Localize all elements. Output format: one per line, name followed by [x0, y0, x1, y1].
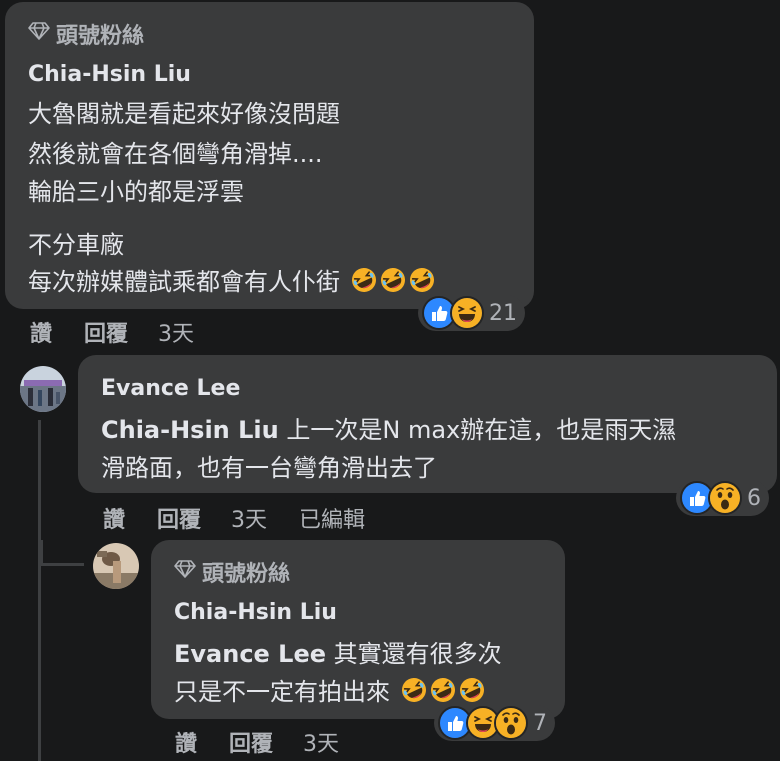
comment-text: 其實還有很多次 [326, 640, 502, 668]
reaction-summary-1[interactable]: 21 [418, 295, 525, 331]
avatar-evance-lee[interactable] [20, 366, 66, 412]
mention-tag[interactable]: Chia-Hsin Liu [101, 416, 279, 444]
laughing-emoji-icon [401, 677, 427, 709]
like-button[interactable]: 讚 [103, 502, 125, 534]
timestamp[interactable]: 3天 [158, 316, 194, 348]
comment-text-line: 滑路面，也有一台彎角滑出去了 [101, 454, 437, 482]
laughing-emoji-icon [409, 267, 435, 299]
comment-text-line: 不分車廠 [28, 231, 124, 259]
reaction-count: 7 [533, 710, 547, 736]
comment-text: 只是不一定有拍出來 [174, 678, 390, 706]
reply-button[interactable]: 回覆 [229, 726, 273, 758]
badge-label: 頭號粉絲 [56, 24, 145, 49]
comment-text-line-with-emoji: 只是不一定有拍出來 [174, 672, 485, 709]
laughing-emoji-icon [351, 267, 377, 299]
thread-line-nested-elbow [40, 563, 84, 566]
comment-actions-2: 讚 回覆 3天 已編輯 [103, 502, 365, 534]
comment-text: 每次辦媒體試乘都會有人仆街 [28, 268, 340, 296]
timestamp[interactable]: 3天 [231, 502, 267, 534]
like-button[interactable]: 讚 [30, 316, 52, 348]
comment-text-line: 然後就會在各個彎角滑掉.... [28, 140, 323, 168]
reaction-count: 6 [747, 485, 761, 511]
laughing-emoji-icon [380, 267, 406, 299]
top-fan-badge-3: 頭號粉絲 [174, 556, 290, 588]
reaction-summary-3[interactable]: 7 [434, 705, 555, 741]
timestamp[interactable]: 3天 [303, 726, 339, 758]
comment-text-line: 大魯閣就是看起來好像沒問題 [28, 100, 340, 128]
comment-author[interactable]: Chia-Hsin Liu [28, 62, 191, 87]
diamond-icon [28, 21, 50, 47]
reply-button[interactable]: 回覆 [84, 316, 128, 348]
reaction-summary-2[interactable]: 6 [676, 480, 769, 516]
comment-actions-3: 讚 回覆 3天 [175, 726, 339, 758]
comment-author[interactable]: Chia-Hsin Liu [174, 600, 337, 625]
reaction-count: 21 [489, 300, 517, 326]
top-fan-badge-1: 頭號粉絲 [28, 18, 144, 50]
thread-line-reply [38, 420, 41, 761]
comment-text-line-with-emoji: 每次辦媒體試乘都會有人仆街 [28, 262, 435, 299]
comment-actions-1: 讚 回覆 3天 [30, 316, 194, 348]
edited-label[interactable]: 已編輯 [299, 502, 365, 534]
haha-icon [450, 296, 484, 330]
diamond-icon [174, 559, 196, 585]
reply-button[interactable]: 回覆 [157, 502, 201, 534]
wow-icon [494, 706, 528, 740]
comment-author[interactable]: Evance Lee [101, 376, 240, 401]
comment-text-line: Chia-Hsin Liu 上一次是N max辦在這，也是雨天濕 [101, 410, 676, 445]
wow-icon [708, 481, 742, 515]
comment-text-line: 輪胎三小的都是浮雲 [28, 178, 244, 206]
avatar-chia-hsin-liu[interactable] [93, 543, 139, 589]
comment-text: 上一次是N max辦在這，也是雨天濕 [278, 416, 677, 444]
badge-label: 頭號粉絲 [202, 562, 291, 587]
like-button[interactable]: 讚 [175, 726, 197, 758]
mention-tag[interactable]: Evance Lee [174, 640, 326, 668]
comment-text-line: Evance Lee 其實還有很多次 [174, 634, 502, 669]
